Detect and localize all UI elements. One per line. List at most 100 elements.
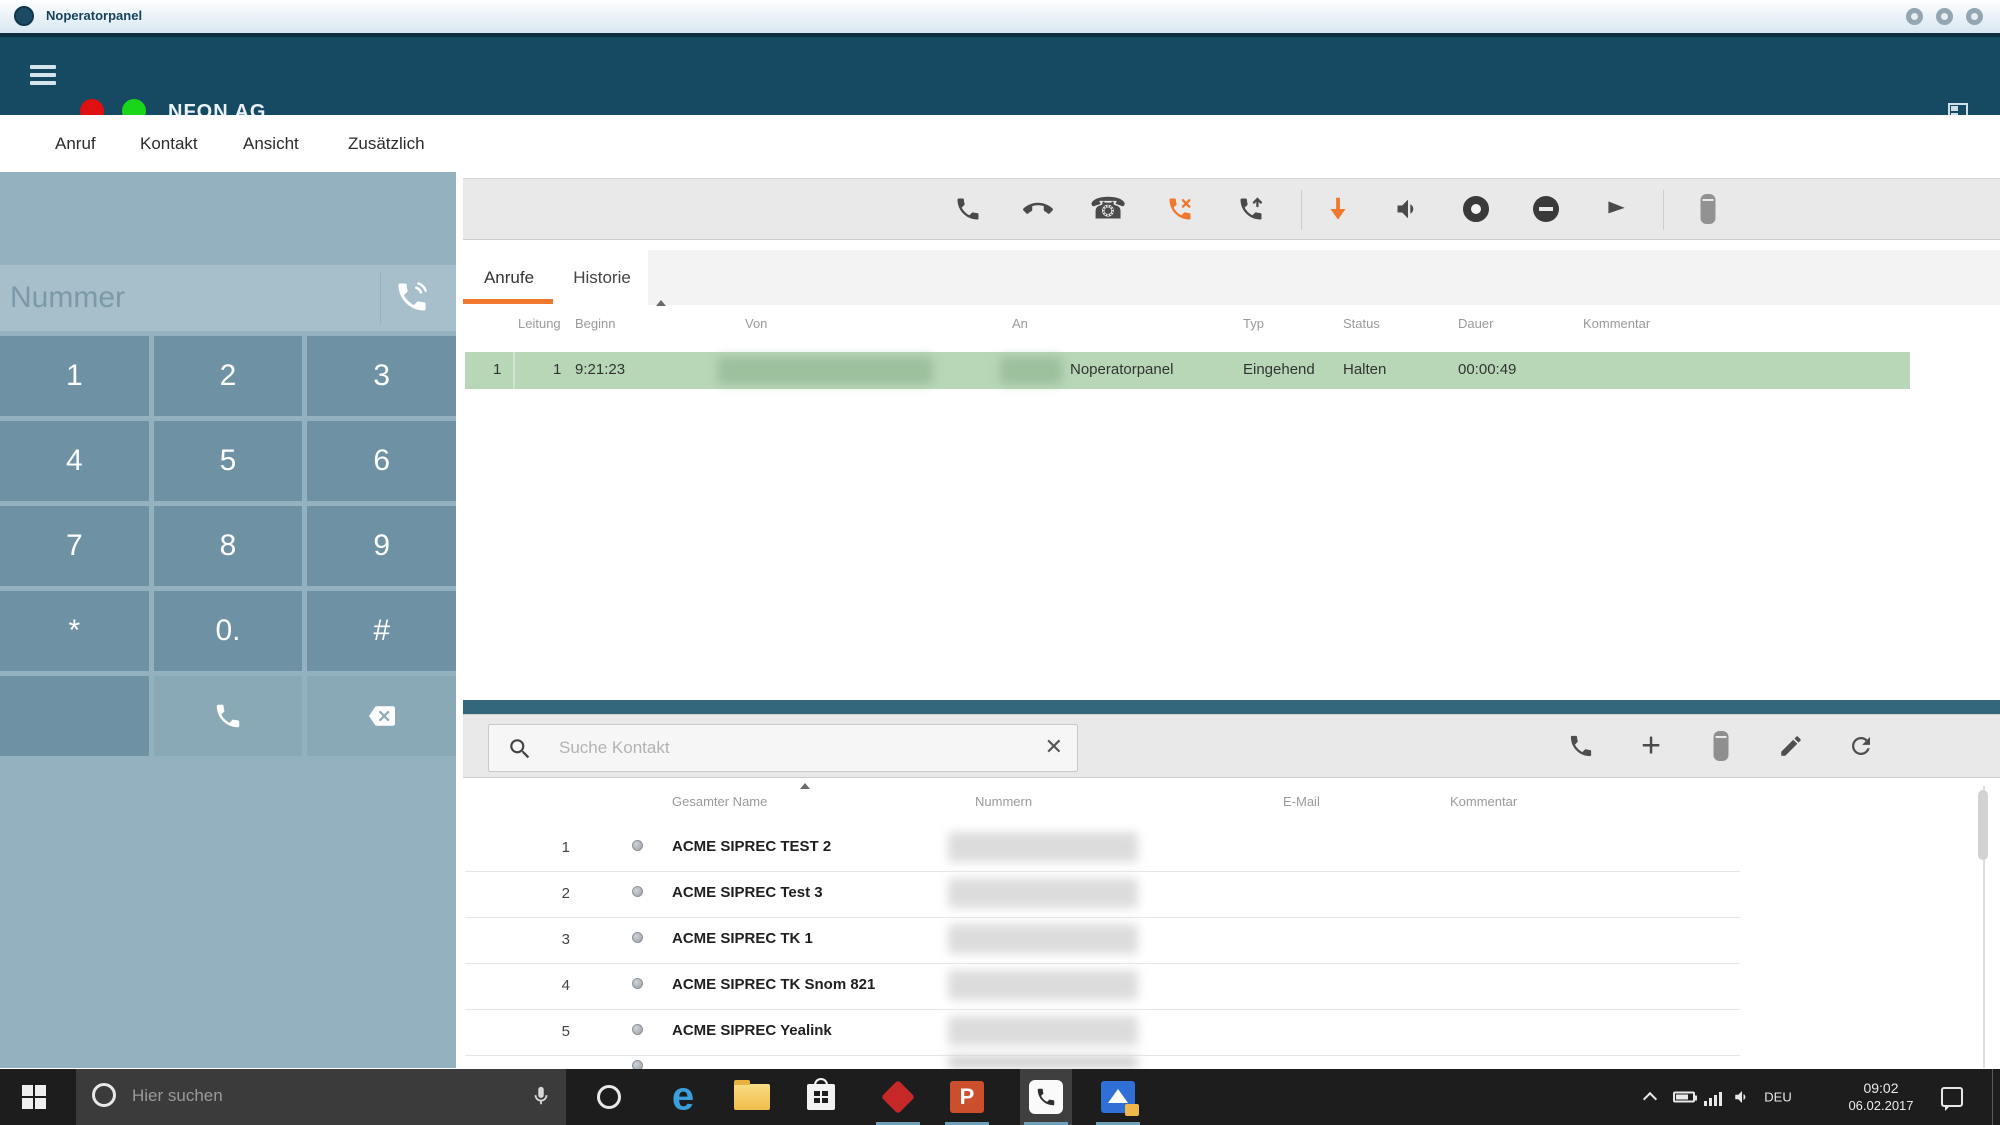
key-7[interactable]: 7 — [0, 506, 149, 586]
key-4[interactable]: 4 — [0, 421, 149, 501]
redacted-von-number — [718, 357, 933, 384]
record-icon[interactable] — [1463, 196, 1489, 222]
number-input[interactable] — [10, 271, 370, 325]
hangup-call-icon[interactable] — [1023, 194, 1053, 224]
number-field-row — [0, 265, 456, 331]
sort-indicator-icon[interactable] — [656, 300, 666, 306]
call-contact-icon[interactable] — [1568, 733, 1595, 760]
mute-icon[interactable] — [1533, 196, 1559, 222]
backspace-button[interactable] — [307, 676, 456, 756]
hamburger-menu-icon[interactable] — [30, 65, 56, 89]
call-pickup-icon[interactable] — [1237, 195, 1265, 223]
tray-chevron-icon[interactable] — [1645, 1090, 1655, 1104]
speaker-icon[interactable] — [1394, 195, 1422, 223]
col-email[interactable]: E-Mail — [1283, 794, 1320, 809]
key-5[interactable]: 5 — [154, 421, 303, 501]
file-explorer-icon[interactable] — [734, 1084, 770, 1110]
col-dauer[interactable]: Dauer — [1458, 316, 1493, 331]
tray-clock[interactable]: 09:02 06.02.2017 — [1836, 1079, 1926, 1115]
col-beginn[interactable]: Beginn — [575, 316, 615, 331]
col-leitung[interactable]: Leitung — [518, 316, 561, 331]
blue-app-icon[interactable] — [1101, 1081, 1135, 1113]
powerpoint-icon[interactable]: P — [950, 1081, 984, 1113]
desk-phone-icon[interactable]: ☎ — [1089, 192, 1126, 227]
key-3[interactable]: 3 — [307, 336, 456, 416]
keypad: 1 2 3 4 5 6 7 8 9 * 0. # — [0, 336, 456, 756]
key-0[interactable]: 0. — [154, 591, 303, 671]
contacts-scrollbar-thumb[interactable] — [1978, 790, 1988, 860]
tray-date: 06.02.2017 — [1836, 1097, 1926, 1115]
tab-historie[interactable]: Historie — [557, 250, 647, 305]
presence-icon — [632, 1024, 643, 1035]
key-2[interactable]: 2 — [154, 336, 303, 416]
tray-language[interactable]: DEU — [1764, 1090, 1791, 1105]
active-tab-underline — [463, 299, 553, 304]
redacted-contact-number — [948, 970, 1138, 1000]
col-c-kommentar[interactable]: Kommentar — [1450, 794, 1517, 809]
maximize-button[interactable] — [1936, 8, 1953, 25]
close-button[interactable] — [1966, 8, 1983, 25]
tray-battery-icon[interactable] — [1673, 1092, 1695, 1103]
tray-volume-icon[interactable] — [1733, 1088, 1751, 1106]
add-contact-icon[interactable]: + — [1641, 727, 1661, 766]
start-button[interactable] — [22, 1085, 46, 1109]
contacts-toolbar: ✕ + — [463, 714, 2000, 778]
store-app-icon[interactable] — [807, 1084, 835, 1110]
keypad-spacer — [0, 676, 149, 756]
minimize-button[interactable] — [1906, 8, 1923, 25]
cortana-app-icon[interactable] — [597, 1085, 621, 1109]
tab-historie-label: Historie — [573, 268, 631, 288]
active-call-row[interactable]: 1 1 9:21:23 Noperatorpanel Eingehend Hal… — [465, 352, 1910, 389]
col-status[interactable]: Status — [1343, 316, 1380, 331]
key-hash[interactable]: # — [307, 591, 456, 671]
col-von[interactable]: Von — [745, 316, 767, 331]
col-kommentar[interactable]: Kommentar — [1583, 316, 1650, 331]
cortana-ring-icon — [92, 1083, 116, 1107]
show-desktop-sliver[interactable] — [1992, 1069, 1993, 1125]
key-9[interactable]: 9 — [307, 506, 456, 586]
col-nummern[interactable]: Nummern — [975, 794, 1032, 809]
call-forward-icon[interactable] — [1166, 195, 1194, 223]
microphone-icon[interactable] — [530, 1085, 552, 1107]
red-diamond-app-icon[interactable] — [886, 1085, 910, 1109]
nfon-app-icon[interactable] — [1029, 1080, 1063, 1114]
row-separator — [465, 871, 1740, 872]
call-status: Halten — [1343, 361, 1386, 378]
key-6[interactable]: 6 — [307, 421, 456, 501]
call-button[interactable] — [154, 676, 303, 756]
col-an[interactable]: An — [1012, 316, 1028, 331]
key-1[interactable]: 1 — [0, 336, 149, 416]
call-an: Noperatorpanel — [1070, 361, 1173, 378]
col-typ[interactable]: Typ — [1243, 316, 1264, 331]
key-8[interactable]: 8 — [154, 506, 303, 586]
dial-ringing-phone-icon[interactable] — [394, 279, 430, 315]
menu-zusaetzlich[interactable]: Zusätzlich — [348, 134, 425, 154]
tab-anrufe[interactable]: Anrufe — [463, 250, 555, 305]
refresh-contacts-icon[interactable] — [1848, 733, 1875, 760]
taskbar-search-input[interactable] — [132, 1081, 492, 1111]
delete-contact-icon[interactable] — [1714, 731, 1729, 761]
clear-search-icon[interactable]: ✕ — [1045, 734, 1063, 760]
answer-call-icon[interactable] — [954, 195, 982, 223]
menu-ansicht[interactable]: Ansicht — [243, 134, 299, 154]
contact-search-box: ✕ — [488, 724, 1078, 772]
contact-index: 2 — [530, 885, 570, 902]
contact-sort-indicator-icon[interactable] — [800, 783, 810, 789]
menu-anruf[interactable]: Anruf — [55, 134, 96, 154]
tray-network-icon[interactable] — [1704, 1088, 1724, 1106]
trash-icon[interactable] — [1701, 194, 1716, 224]
call-dauer: 00:00:49 — [1458, 361, 1516, 378]
col-gesamter-name[interactable]: Gesamter Name — [672, 794, 767, 809]
incoming-arrow-icon[interactable] — [1323, 194, 1353, 224]
edge-browser-icon[interactable]: e — [672, 1075, 694, 1120]
flag-icon[interactable] — [1603, 196, 1629, 222]
edit-contact-icon[interactable] — [1778, 733, 1804, 759]
key-star[interactable]: * — [0, 591, 149, 671]
menu-bar: Anruf Kontakt Ansicht Zusätzlich — [0, 115, 2000, 172]
contact-search-input[interactable] — [559, 731, 989, 765]
window-title: Noperatorpanel — [46, 8, 142, 23]
row-separator — [465, 1009, 1740, 1010]
redacted-contact-number — [948, 832, 1138, 862]
action-center-icon[interactable] — [1941, 1087, 1963, 1107]
menu-kontakt[interactable]: Kontakt — [140, 134, 198, 154]
